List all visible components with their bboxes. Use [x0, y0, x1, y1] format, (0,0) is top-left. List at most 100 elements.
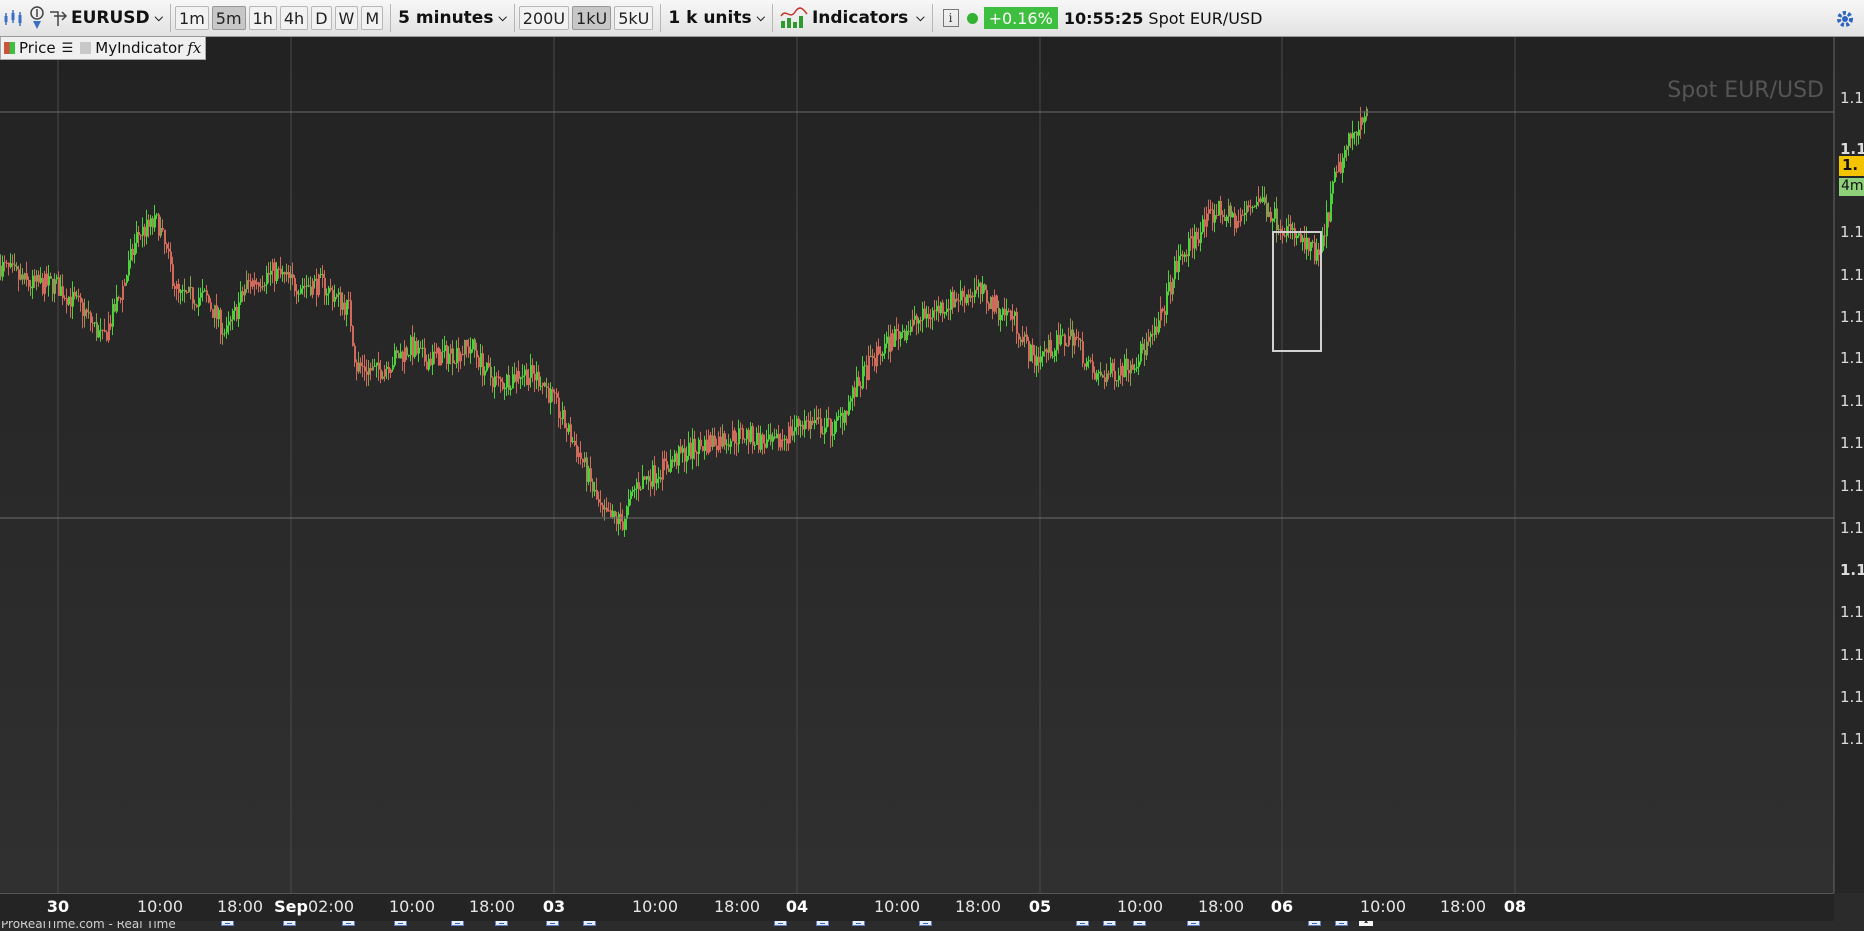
- candle-body: [746, 429, 748, 440]
- candle-body: [990, 296, 992, 309]
- timeframe-5m-button[interactable]: 5m: [211, 6, 246, 30]
- interval-selector[interactable]: 5 minutes ⌵: [398, 8, 507, 28]
- candle-body: [454, 363, 456, 365]
- candle-body: [364, 366, 366, 372]
- time-axis-label: 18:00: [1197, 897, 1245, 916]
- candle-body: [1354, 131, 1356, 133]
- candle-body: [60, 286, 62, 296]
- candle-body: [312, 280, 314, 295]
- chart-legend: Price ☰ MyIndicator fx: [0, 37, 207, 60]
- candle-body: [896, 329, 898, 331]
- candle-body: [612, 510, 614, 518]
- time-axis-label: 06: [1270, 897, 1294, 916]
- candle-body: [320, 273, 322, 275]
- candle-body: [6, 262, 8, 264]
- candle-body: [466, 339, 468, 347]
- candle-body: [1192, 236, 1194, 249]
- candle-body: [378, 362, 380, 370]
- candle-body: [1234, 213, 1236, 229]
- candle-body: [874, 357, 876, 367]
- candle-body: [334, 296, 336, 302]
- candle-body: [754, 444, 756, 446]
- price-legend-label[interactable]: Price: [19, 39, 56, 57]
- candle-body: [996, 295, 998, 308]
- candle-body: [124, 282, 126, 287]
- candle-body: [662, 458, 664, 480]
- candle-body: [752, 426, 754, 446]
- candle-body: [1298, 233, 1300, 236]
- candle-body: [672, 459, 674, 463]
- candle-body: [436, 347, 438, 354]
- candle-body: [346, 299, 348, 315]
- candle-body: [114, 303, 116, 312]
- candle-body: [970, 295, 972, 298]
- candle-body: [82, 302, 84, 317]
- candle-body: [460, 354, 462, 362]
- timeframe-4h-button[interactable]: 4h: [279, 6, 309, 30]
- crosshair-tool-icon[interactable]: [48, 5, 68, 31]
- candle-body: [1096, 373, 1098, 380]
- candle-body: [288, 272, 290, 279]
- units-selector[interactable]: 1 k units ⌵: [668, 8, 765, 28]
- units-1k-button[interactable]: 1kU: [572, 6, 612, 30]
- candle-body: [440, 351, 442, 366]
- candle-body: [854, 387, 856, 397]
- chart-canvas[interactable]: [0, 37, 1864, 920]
- candle-body: [488, 362, 490, 367]
- candle-body: [860, 386, 862, 389]
- candle-body: [682, 448, 684, 453]
- candle-body: [774, 436, 776, 439]
- candle-body: [712, 435, 714, 447]
- timeframe-month-button[interactable]: M: [361, 6, 384, 30]
- units-5k-button[interactable]: 5kU: [614, 6, 654, 30]
- candle-body: [972, 295, 974, 297]
- info-icon[interactable]: i: [942, 9, 959, 27]
- candle-body: [190, 287, 192, 289]
- candle-body: [564, 410, 566, 428]
- timeframe-1h-button[interactable]: 1h: [248, 6, 277, 30]
- indicators-label: Indicators: [811, 8, 909, 28]
- candle-body: [1332, 181, 1334, 194]
- candle-body: [492, 377, 494, 388]
- candle-body: [140, 235, 142, 237]
- formula-icon[interactable]: fx: [187, 39, 201, 57]
- candle-body: [648, 476, 650, 482]
- price-chart[interactable]: Spot EUR/USD ProRealTime.com - Real Time…: [0, 37, 1864, 931]
- candle-body: [1062, 334, 1064, 336]
- candle-body: [336, 294, 338, 297]
- candle-body: [1246, 205, 1248, 213]
- candle-body: [536, 371, 538, 381]
- indicator-legend-label[interactable]: MyIndicator: [95, 39, 183, 57]
- candle-body: [1202, 219, 1204, 233]
- candle-body: [1158, 320, 1160, 333]
- settings-gear-icon[interactable]: [1832, 6, 1858, 36]
- candle-body: [1072, 329, 1074, 346]
- candle-body: [380, 369, 382, 379]
- candle-body: [1014, 311, 1016, 316]
- cursor-tool-icon[interactable]: [28, 5, 46, 31]
- toolbar-separator: [390, 4, 392, 32]
- instrument-selector[interactable]: EURUSD ⌵: [71, 8, 163, 28]
- candle-body: [902, 330, 904, 333]
- candle-body: [510, 388, 512, 390]
- candle-body: [1132, 364, 1134, 370]
- candle-body: [1004, 308, 1006, 316]
- candle-body: [982, 284, 984, 295]
- candle-body: [614, 510, 616, 517]
- candle-body: [850, 398, 852, 402]
- candle-body: [1182, 254, 1184, 257]
- candle-body: [516, 370, 518, 382]
- chart-style-icon[interactable]: [2, 5, 26, 31]
- candle-body: [56, 277, 58, 280]
- candle-body: [294, 277, 296, 292]
- list-icon[interactable]: ☰: [62, 41, 74, 56]
- timeframe-week-button[interactable]: W: [334, 6, 359, 30]
- candle-body: [246, 280, 248, 290]
- units-200-button[interactable]: 200U: [518, 6, 570, 30]
- candle-body: [1308, 237, 1310, 252]
- units-label: 1 k units: [668, 8, 752, 28]
- indicator-swatch-icon: [80, 42, 92, 54]
- timeframe-1m-button[interactable]: 1m: [175, 6, 209, 30]
- indicators-menu[interactable]: Indicators ⌵: [780, 6, 925, 30]
- timeframe-day-button[interactable]: D: [311, 6, 332, 30]
